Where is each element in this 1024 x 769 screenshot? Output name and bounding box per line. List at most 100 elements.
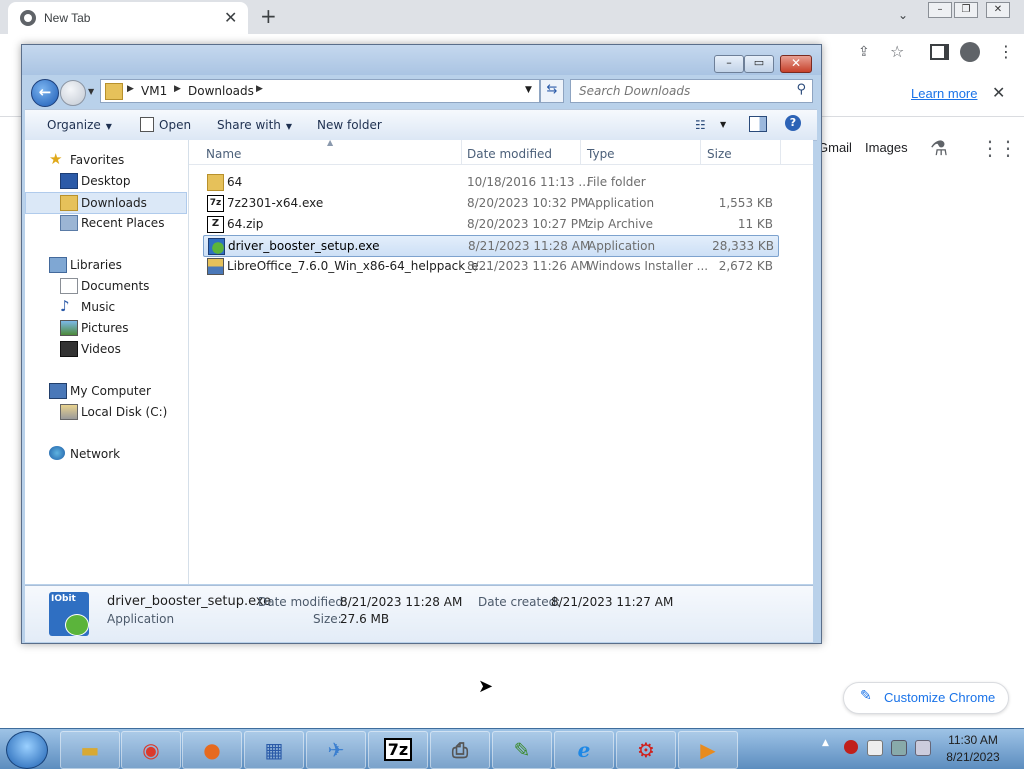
open-icon xyxy=(140,117,154,132)
column-divider[interactable] xyxy=(700,140,701,164)
refresh-icon[interactable]: ⇆ xyxy=(540,79,564,103)
google-apps-icon[interactable]: ⋮⋮⋮ xyxy=(980,136,1024,160)
file-type: Application xyxy=(587,196,655,210)
nav-recent-places[interactable]: Recent Places xyxy=(25,213,185,233)
search-input[interactable] xyxy=(577,82,791,100)
learn-more-link[interactable]: Learn more xyxy=(911,86,977,101)
taskbar-7zip-button[interactable]: 7z xyxy=(368,731,428,769)
tray-network-icon[interactable] xyxy=(891,740,907,756)
column-header-type[interactable]: Type xyxy=(587,147,615,161)
taskbar-printer-button[interactable]: ⎙ xyxy=(430,731,490,769)
tab-search-chevron-icon[interactable]: ⌄ xyxy=(898,8,908,22)
chrome-tab-new-tab[interactable]: New Tab ✕ xyxy=(8,2,248,34)
breadcrumb-vm1[interactable]: VM1 xyxy=(141,84,167,98)
nav-local-disk[interactable]: Local Disk (C:) xyxy=(25,402,185,422)
images-link[interactable]: Images xyxy=(865,140,908,155)
nav-music[interactable]: ♪ Music xyxy=(25,297,185,317)
clock-time[interactable]: 11:30 AM xyxy=(930,733,1016,747)
details-date-created-label: Date created: xyxy=(478,595,561,609)
nav-pictures[interactable]: Pictures xyxy=(25,318,185,338)
search-box[interactable]: ⚲ xyxy=(570,79,813,103)
breadcrumb-separator-icon[interactable]: ▶ xyxy=(127,84,134,94)
organize-button[interactable]: Organize ▼ xyxy=(47,118,112,132)
nav-label: Pictures xyxy=(81,321,129,335)
nav-desktop[interactable]: Desktop xyxy=(25,171,185,191)
chrome-restore-icon[interactable]: ❐ xyxy=(954,2,978,18)
back-arrow-icon[interactable]: ← xyxy=(31,79,59,107)
file-row[interactable]: Z 64.zip 8/20/2023 10:27 PM zip Archive … xyxy=(203,214,777,234)
control-panel-icon: ▦ xyxy=(264,738,284,762)
clock-date[interactable]: 8/21/2023 xyxy=(930,750,1016,764)
taskbar-editor-button[interactable]: ✎ xyxy=(492,731,552,769)
help-icon[interactable]: ? xyxy=(785,115,801,131)
chrome-close-icon[interactable]: ✕ xyxy=(986,2,1010,18)
chrome-minimize-icon[interactable]: – xyxy=(928,2,952,18)
new-tab-button[interactable]: + xyxy=(260,4,277,28)
breadcrumb-downloads[interactable]: Downloads xyxy=(188,84,254,98)
taskbar-firefox-button[interactable]: ● xyxy=(182,731,242,769)
documents-icon xyxy=(60,278,78,294)
labs-flask-icon[interactable]: ⚗ xyxy=(930,136,948,160)
nav-libraries[interactable]: Libraries xyxy=(25,255,185,275)
file-row[interactable]: LibreOffice_7.6.0_Win_x86-64_helppack_e.… xyxy=(203,256,777,276)
nav-favorites[interactable]: ★ Favorites xyxy=(25,150,185,170)
chrome-menu-icon[interactable]: ⋮ xyxy=(998,42,1014,61)
nav-network[interactable]: Network xyxy=(25,444,185,464)
tray-volume-muted-icon[interactable] xyxy=(915,740,931,756)
nav-documents[interactable]: Documents xyxy=(25,276,185,296)
file-row-selected[interactable]: driver_booster_setup.exe 8/21/2023 11:28… xyxy=(203,235,779,257)
nav-my-computer[interactable]: My Computer xyxy=(25,381,185,401)
column-divider[interactable] xyxy=(780,140,781,164)
show-hidden-icons-icon[interactable]: ▲ xyxy=(822,738,829,748)
side-panel-icon[interactable] xyxy=(930,44,949,60)
taskbar-driver-booster-button[interactable]: ⚙ xyxy=(616,731,676,769)
close-button[interactable]: ✕ xyxy=(780,55,812,73)
minimize-button[interactable]: – xyxy=(714,55,744,73)
recent-pages-dropdown-icon[interactable]: ▼ xyxy=(88,87,94,96)
file-row[interactable]: 64 10/18/2016 11:13 ... File folder xyxy=(203,172,777,192)
column-headers: ▲ Name Date modified Type Size xyxy=(189,138,813,165)
change-view-icon[interactable]: ☷ xyxy=(695,118,706,132)
column-header-size[interactable]: Size xyxy=(707,147,732,161)
taskbar-ie-button[interactable]: ℯ xyxy=(554,731,614,769)
sort-arrow-icon: ▲ xyxy=(327,138,334,147)
column-divider[interactable] xyxy=(580,140,581,164)
nav-downloads[interactable]: Downloads xyxy=(25,192,187,214)
profile-avatar-icon[interactable] xyxy=(960,42,980,62)
close-tab-icon[interactable]: ✕ xyxy=(224,8,237,27)
window-titlebar[interactable]: – ▭ ✕ xyxy=(22,45,821,75)
videos-film-icon xyxy=(60,341,78,357)
taskbar-media-player-button[interactable]: ▶ xyxy=(678,731,738,769)
music-note-icon: ♪ xyxy=(60,297,70,315)
file-row[interactable]: 7z 7z2301-x64.exe 8/20/2023 10:32 PM App… xyxy=(203,193,777,213)
breadcrumb-separator-icon[interactable]: ▶ xyxy=(174,84,181,94)
gmail-link[interactable]: Gmail xyxy=(818,140,852,155)
preview-pane-icon[interactable] xyxy=(749,116,767,132)
nav-videos[interactable]: Videos xyxy=(25,339,185,359)
tray-driver-booster-icon[interactable] xyxy=(844,740,858,754)
open-button[interactable]: Open xyxy=(159,118,191,132)
breadcrumb-separator-icon[interactable]: ▶ xyxy=(256,84,263,94)
new-folder-button[interactable]: New folder xyxy=(317,118,382,132)
tray-flag-icon[interactable] xyxy=(867,740,883,756)
maximize-button[interactable]: ▭ xyxy=(744,55,774,73)
taskbar-explorer-button[interactable]: ▬ xyxy=(60,731,120,769)
nav-label: Downloads xyxy=(81,196,147,210)
column-header-name[interactable]: Name xyxy=(206,147,241,161)
start-orb-icon[interactable] xyxy=(6,731,48,769)
forward-arrow-icon[interactable] xyxy=(60,80,86,106)
taskbar-chrome-button[interactable]: ◉ xyxy=(121,731,181,769)
address-dropdown-icon[interactable]: ▼ xyxy=(525,85,532,95)
taskbar-plane-app-button[interactable]: ✈ xyxy=(306,731,366,769)
bookmark-star-icon[interactable]: ☆ xyxy=(890,42,904,61)
taskbar-control-panel-button[interactable]: ▦ xyxy=(244,731,304,769)
customize-chrome-button[interactable]: ✎ Customize Chrome xyxy=(843,682,1009,714)
column-divider[interactable] xyxy=(461,140,462,164)
view-options-chevron-icon[interactable]: ▼ xyxy=(720,120,726,129)
search-icon[interactable]: ⚲ xyxy=(796,82,806,97)
address-bar[interactable]: ▶ VM1 ▶ Downloads ▶ ▼ xyxy=(100,79,540,103)
share-icon[interactable]: ⇪ xyxy=(858,44,870,60)
share-with-button[interactable]: Share with ▼ xyxy=(217,118,292,132)
column-header-date-modified[interactable]: Date modified xyxy=(467,147,552,161)
infobar-close-icon[interactable]: ✕ xyxy=(992,83,1005,102)
